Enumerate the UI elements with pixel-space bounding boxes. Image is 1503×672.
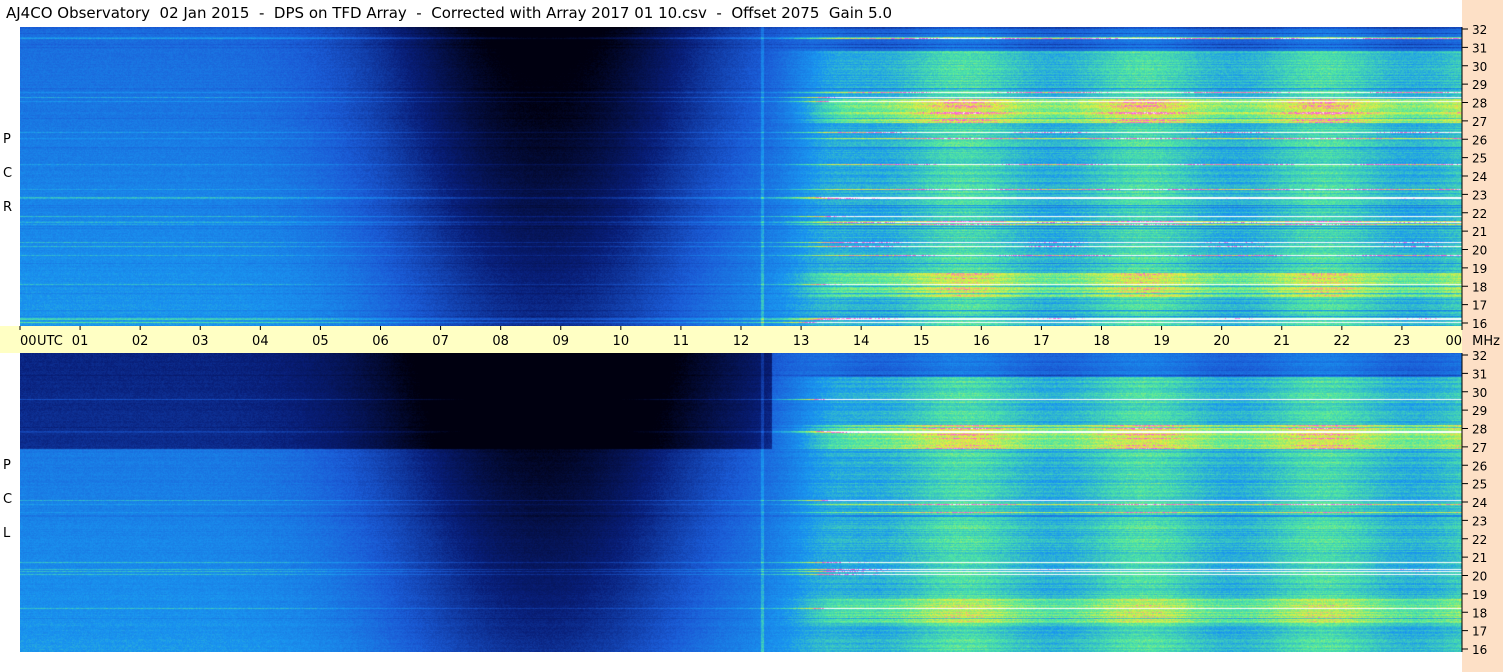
utc-label: UTC: [37, 334, 63, 349]
rcp-freq-tick-label-22: 22: [1472, 207, 1487, 221]
rcp-freq-tick-label-27: 27: [1472, 115, 1487, 129]
lcp-freq-tick-label-27: 27: [1472, 441, 1487, 455]
time-label-14: 14: [853, 334, 870, 349]
rcp-freq-tick-label-16: 16: [1472, 317, 1487, 331]
lcp-freq-tick-label-18: 18: [1472, 606, 1487, 620]
time-label-6: 06: [372, 334, 389, 349]
lcp-freq-tick-label-16: 16: [1472, 643, 1487, 657]
lcp-freq-tick-label-23: 23: [1472, 514, 1487, 528]
time-label-3: 03: [192, 334, 209, 349]
time-label-8: 08: [492, 334, 509, 349]
lcp-freq-tick-label-20: 20: [1472, 570, 1487, 584]
lcp-letter-p: P: [3, 458, 11, 473]
rcp-freq-tick-label-32: 32: [1472, 23, 1487, 37]
lcp-freq-tick-label-17: 17: [1472, 625, 1487, 639]
rcp-freq-tick-label-21: 21: [1472, 225, 1487, 239]
time-label-19: 19: [1153, 334, 1170, 349]
rcp-freq-tick-label-19: 19: [1472, 262, 1487, 276]
time-label-1: 01: [72, 334, 89, 349]
title-bar: AJ4CO Observatory 02 Jan 2015 - DPS on T…: [0, 0, 1462, 26]
time-label-12: 12: [733, 334, 750, 349]
time-label-13: 13: [793, 334, 810, 349]
lcp-freq-tick-label-30: 30: [1472, 386, 1487, 400]
rcp-freq-tick-label-31: 31: [1472, 41, 1487, 55]
time-label-21: 21: [1273, 334, 1290, 349]
rcp-freq-tick-label-17: 17: [1472, 299, 1487, 313]
time-label-0: 00: [20, 334, 37, 349]
lcp-spectrogram: [20, 353, 1462, 652]
rcp-letter-p: P: [3, 132, 11, 147]
lcp-freq-tick-label-31: 31: [1472, 367, 1487, 381]
time-label-18: 18: [1093, 334, 1110, 349]
rcp-freq-tick-label-30: 30: [1472, 60, 1487, 74]
time-label-4: 04: [252, 334, 269, 349]
time-label-23: 23: [1394, 334, 1411, 349]
rcp-freq-tick-label-26: 26: [1472, 133, 1487, 147]
rcp-letter-c: C: [3, 166, 13, 181]
time-label-7: 07: [432, 334, 449, 349]
bottom-margin: [0, 652, 1462, 672]
rcp-freq-tick-label-18: 18: [1472, 280, 1487, 294]
rcp-freq-tick-label-28: 28: [1472, 97, 1487, 111]
time-label-15: 15: [913, 334, 930, 349]
time-label-20: 20: [1213, 334, 1230, 349]
time-label-16: 16: [973, 334, 990, 349]
lcp-freq-tick-label-26: 26: [1472, 459, 1487, 473]
lcp-freq-tick-label-24: 24: [1472, 496, 1487, 510]
rcp-freq-tick-label-25: 25: [1472, 152, 1487, 166]
lcp-frequency-axis: 32 31 30 29 28 27 26 25 24 23 22 21 20 19 18 17 16: [1461, 349, 1487, 657]
rcp-freq-tick-label-29: 29: [1472, 78, 1487, 92]
mhz-label: MHz: [1472, 334, 1500, 349]
rcp-freq-tick-label-24: 24: [1472, 170, 1487, 184]
lcp-letter-c: C: [3, 492, 13, 507]
time-label-9: 09: [552, 334, 569, 349]
lcp-freq-tick-label-28: 28: [1472, 423, 1487, 437]
utc-time-axis-bar: 00 01 02 03 04 05 06 07 08 09 10 11 12 13 14 15 16 17 18 19…: [0, 326, 1500, 353]
time-label-17: 17: [1033, 334, 1050, 349]
time-label-5: 05: [312, 334, 329, 349]
lcp-freq-tick-label-19: 19: [1472, 588, 1487, 602]
lcp-letter-l: L: [3, 526, 11, 541]
utc-time-axis: 00 01 02 03 04 05 06 07 08 09 10 11 12 13 14 15 16 17 18 19…: [19, 326, 1500, 349]
lcp-freq-tick-label-32: 32: [1472, 349, 1487, 363]
rcp-letter-r: R: [3, 200, 13, 215]
time-label-22: 22: [1334, 334, 1351, 349]
lcp-freq-tick-label-25: 25: [1472, 478, 1487, 492]
rcp-frequency-axis: 32 31 30 29 28 27 26 25 24 23 22 21 20 19 18 17 16: [1461, 23, 1487, 331]
chart-title: AJ4CO Observatory 02 Jan 2015 - DPS on T…: [6, 4, 893, 22]
time-label-24: 00: [1445, 334, 1462, 349]
time-label-10: 10: [613, 334, 630, 349]
time-label-2: 02: [132, 334, 149, 349]
time-label-11: 11: [673, 334, 690, 349]
rcp-freq-tick-label-20: 20: [1472, 244, 1487, 258]
lcp-freq-tick-label-21: 21: [1472, 551, 1487, 565]
lcp-freq-tick-label-22: 22: [1472, 533, 1487, 547]
lcp-freq-tick-label-29: 29: [1472, 404, 1487, 418]
rcp-spectrogram: [20, 27, 1462, 326]
rcp-freq-tick-label-23: 23: [1472, 188, 1487, 202]
